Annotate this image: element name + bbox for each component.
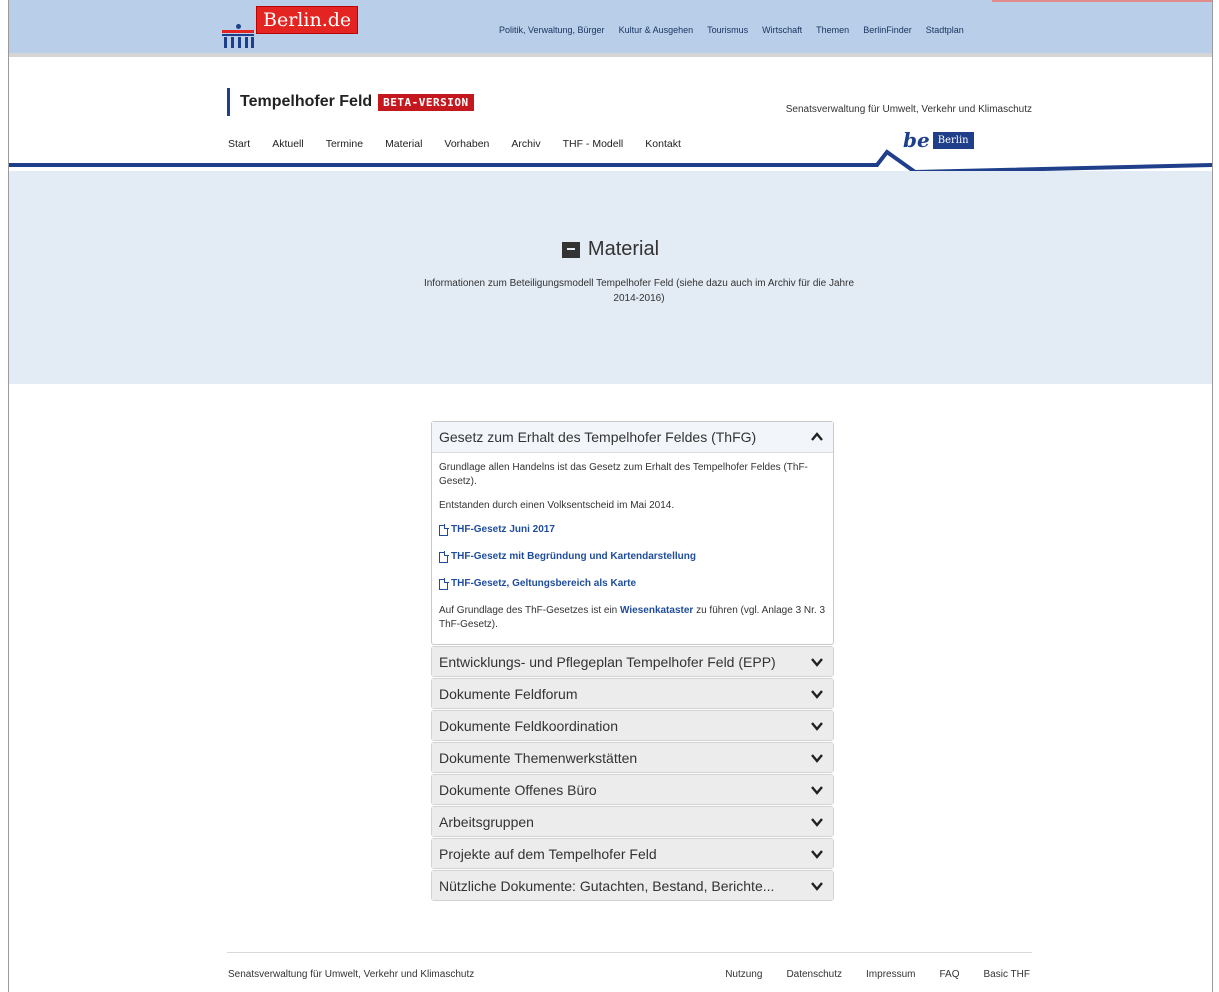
footer-link-faq[interactable]: FAQ [939, 969, 959, 980]
chevron-down-icon[interactable] [809, 782, 825, 798]
accordion-item[interactable]: Dokumente Feldforum [431, 678, 834, 709]
footer-link-impressum[interactable]: Impressum [866, 969, 915, 980]
chevron-down-icon[interactable] [809, 814, 825, 830]
chevron-down-icon[interactable] [809, 846, 825, 862]
accordion-title: Dokumente Feldkoordination [439, 717, 618, 734]
chevron-up-icon[interactable] [809, 429, 825, 445]
footer-department[interactable]: Senatsverwaltung für Umwelt, Verkehr und… [228, 969, 474, 980]
accordion-item[interactable]: Entwicklungs- und Pflegeplan Tempelhofer… [431, 646, 834, 677]
accordion-title: Dokumente Feldforum [439, 685, 578, 702]
footer-link-basic-thf[interactable]: Basic THF [984, 969, 1031, 980]
chevron-down-icon[interactable] [809, 686, 825, 702]
accordion-title: Dokumente Themenwerkstätten [439, 749, 638, 766]
logo-wordmark: Berlin.de [256, 6, 359, 34]
portal-nav-item[interactable]: Politik, Verwaltung, Bürger [499, 25, 605, 35]
body-text: Auf Grundlage des ThF-Gesetzes ist ein W… [439, 605, 826, 630]
archive-box-icon [561, 241, 580, 258]
accordion-item[interactable]: Arbeitsgruppen [431, 806, 834, 837]
berlin-de-logo[interactable]: Berlin.de [222, 6, 359, 48]
file-icon [439, 523, 449, 536]
site-name: Tempelhofer Feld [240, 93, 373, 110]
department-name[interactable]: Senatsverwaltung für Umwelt, Verkehr und… [786, 104, 1032, 115]
material-accordion: Gesetz zum Erhalt des Tempelhofer Feldes… [431, 421, 834, 901]
portal-nav-item[interactable]: BerlinFinder [863, 25, 912, 35]
accordion-item[interactable]: Projekte auf dem Tempelhofer Feld [431, 838, 834, 869]
chevron-down-icon[interactable] [809, 718, 825, 734]
portal-nav-item[interactable]: Wirtschaft [762, 25, 802, 35]
body-text: Grundlage allen Handelns ist das Gesetz … [439, 462, 808, 487]
portal-nav-item[interactable]: Kultur & Ausgehen [619, 25, 694, 35]
document-link[interactable]: THF-Gesetz mit Begründung und Kartendars… [439, 550, 826, 564]
chevron-down-icon[interactable] [809, 750, 825, 766]
wiesenkataster-link[interactable]: Wiesenkataster [620, 605, 693, 616]
page-title: Material [9, 238, 1212, 261]
accordion-item[interactable]: Dokumente Themenwerkstätten [431, 742, 834, 773]
accordion-title: Arbeitsgruppen [439, 813, 534, 830]
footer-divider [227, 952, 1032, 953]
site-title[interactable]: Tempelhofer Feld BETA-VERSION [227, 88, 474, 116]
document-link[interactable]: THF-Gesetz Juni 2017 [439, 523, 826, 537]
accordion-item[interactable]: Dokumente Feldkoordination [431, 710, 834, 741]
chevron-down-icon[interactable] [809, 878, 825, 894]
portal-nav: Politik, Verwaltung, Bürger Kultur & Aus… [499, 25, 964, 35]
accordion-item[interactable]: Nützliche Dokumente: Gutachten, Bestand,… [431, 870, 834, 901]
browser-page: Berlin.de Politik, Verwaltung, Bürger Ku… [8, 0, 1213, 992]
brandenburg-gate-icon [222, 24, 254, 48]
page-title-text: Material [587, 238, 660, 260]
accordion-title: Gesetz zum Erhalt des Tempelhofer Feldes… [439, 429, 757, 445]
accordion-title: Entwicklungs- und Pflegeplan Tempelhofer… [439, 653, 776, 670]
body-text: Entstanden durch einen Volksentscheid im… [439, 500, 675, 511]
accordion-header[interactable]: Gesetz zum Erhalt des Tempelhofer Feldes… [432, 422, 833, 453]
file-icon [439, 577, 449, 590]
accordion-panel-open: Gesetz zum Erhalt des Tempelhofer Feldes… [431, 421, 834, 645]
accent-line [992, 0, 1212, 2]
hero-section: Material Informationen zum Beteiligungsm… [9, 171, 1212, 384]
accordion-title: Nützliche Dokumente: Gutachten, Bestand,… [439, 877, 775, 894]
portal-nav-item[interactable]: Tourismus [707, 25, 748, 35]
accordion-body: Grundlage allen Handelns ist das Gesetz … [432, 453, 833, 644]
footer-link-nutzung[interactable]: Nutzung [725, 969, 762, 980]
page-description: Informationen zum Beteiligungsmodell Tem… [423, 278, 855, 304]
accordion-title: Projekte auf dem Tempelhofer Feld [439, 845, 657, 862]
beta-badge: BETA-VERSION [378, 93, 474, 111]
portal-nav-item[interactable]: Themen [816, 25, 849, 35]
document-link[interactable]: THF-Gesetz, Geltungsbereich als Karte [439, 577, 826, 591]
footer-nav: Nutzung Datenschutz Impressum FAQ Basic … [725, 969, 1030, 980]
chevron-down-icon[interactable] [809, 654, 825, 670]
portal-nav-item[interactable]: Stadtplan [926, 25, 964, 35]
file-icon [439, 550, 449, 563]
footer-link-datenschutz[interactable]: Datenschutz [786, 969, 842, 980]
portal-header: Berlin.de Politik, Verwaltung, Bürger Ku… [9, 0, 1212, 57]
accordion-title: Dokumente Offenes Büro [439, 781, 597, 798]
accordion-item[interactable]: Dokumente Offenes Büro [431, 774, 834, 805]
